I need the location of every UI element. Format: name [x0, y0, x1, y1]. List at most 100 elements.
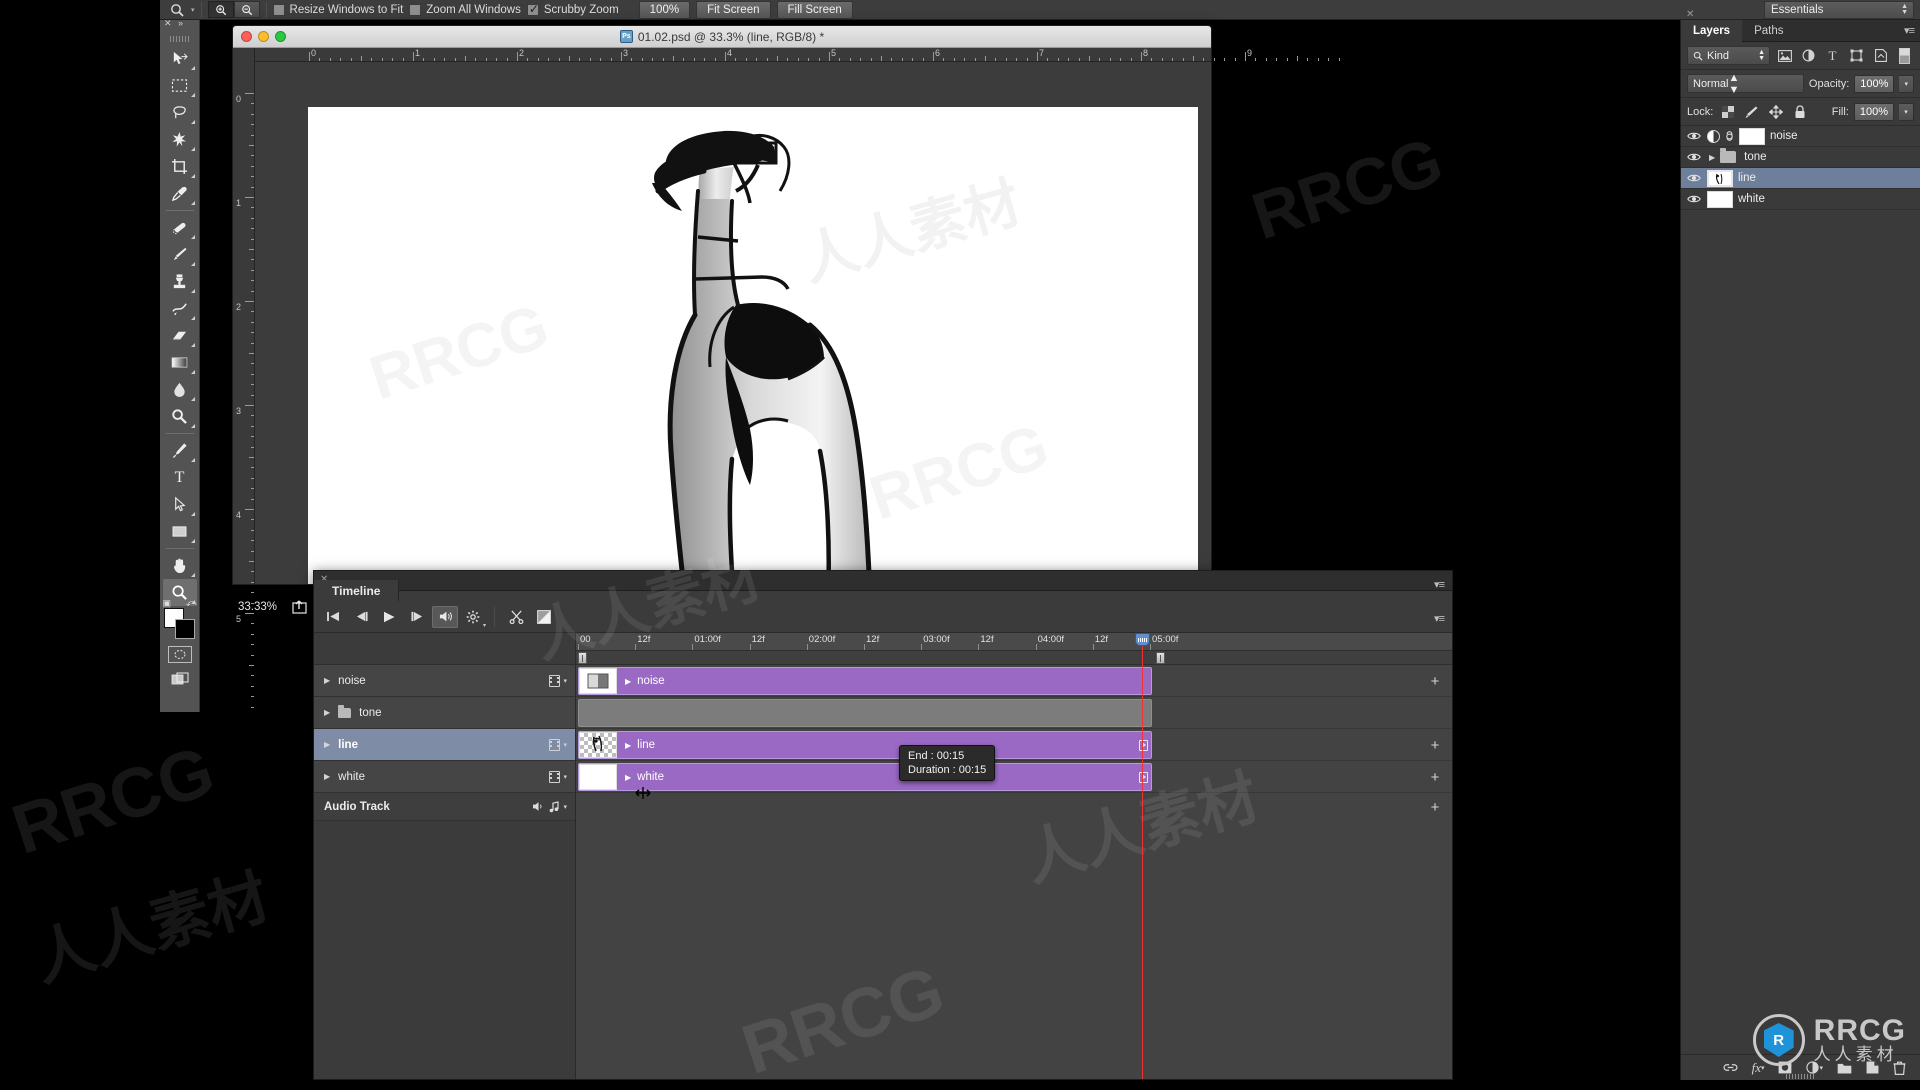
- expand-triangle-icon[interactable]: ▶: [324, 740, 330, 749]
- expand-triangle-icon[interactable]: ▶: [324, 708, 330, 717]
- work-area-start-handle[interactable]: [578, 652, 587, 664]
- expand-triangle-icon[interactable]: ▶: [324, 772, 330, 781]
- marquee-tool[interactable]: [163, 72, 197, 99]
- clip-row-line[interactable]: ▶ line: [576, 729, 1452, 761]
- timeline-tracks-area[interactable]: 0012f01:00f12f02:00f12f03:00f12f04:00f12…: [576, 633, 1452, 1079]
- tab-timeline[interactable]: Timeline: [314, 580, 399, 601]
- expand-triangle-icon[interactable]: ▶: [625, 741, 631, 750]
- timeline-options-icon[interactable]: ▾≡: [1434, 612, 1444, 625]
- shape-tool[interactable]: [163, 518, 197, 545]
- expand-group-triangle-icon[interactable]: ▶: [1709, 153, 1715, 162]
- history-brush-tool[interactable]: [163, 295, 197, 322]
- close-icon[interactable]: ✕: [164, 18, 172, 29]
- opacity-value[interactable]: 100%: [1854, 75, 1894, 93]
- blur-tool[interactable]: [163, 376, 197, 403]
- track-header-noise[interactable]: ▶ noise ▾: [314, 665, 575, 697]
- audio-track-options[interactable]: ▾: [532, 801, 567, 813]
- film-strip-icon[interactable]: [549, 675, 560, 687]
- zoom-in-button[interactable]: [208, 1, 234, 18]
- type-filter-icon[interactable]: T: [1823, 46, 1842, 65]
- collapse-icon[interactable]: »: [178, 18, 183, 28]
- settings-gear-button[interactable]: ▾: [460, 606, 486, 628]
- lock-transparent-icon[interactable]: [1718, 102, 1737, 121]
- tab-layers[interactable]: Layers: [1681, 20, 1742, 42]
- panel-menu-icon[interactable]: ▾≡: [1904, 24, 1914, 37]
- split-clip-button[interactable]: [503, 606, 529, 628]
- layer-row-white[interactable]: white: [1681, 189, 1920, 210]
- tab-paths[interactable]: Paths: [1742, 20, 1795, 42]
- fill-dropdown-icon[interactable]: ▾: [1899, 103, 1914, 121]
- audio-button[interactable]: [432, 606, 458, 628]
- layer-thumbnail-line[interactable]: [1707, 170, 1733, 187]
- go-to-first-frame-button[interactable]: [320, 606, 346, 628]
- close-icon[interactable]: ✕: [1686, 9, 1694, 20]
- visibility-toggle-icon[interactable]: [1685, 131, 1702, 141]
- canvas-area[interactable]: RRCG 人人素材 RRCG: [255, 62, 1211, 584]
- clone-stamp-tool[interactable]: [163, 268, 197, 295]
- panel-menu-icon[interactable]: ▾≡: [1434, 578, 1444, 591]
- artboard[interactable]: RRCG 人人素材 RRCG: [308, 107, 1198, 584]
- track-options[interactable]: ▾: [549, 675, 567, 687]
- track-header-white[interactable]: ▶ white ▾: [314, 761, 575, 793]
- visibility-toggle-icon[interactable]: [1685, 173, 1702, 183]
- background-color-swatch[interactable]: [175, 619, 195, 639]
- checkbox-box-checked[interactable]: [527, 4, 539, 16]
- opacity-dropdown-icon[interactable]: ▾: [1899, 75, 1914, 93]
- shape-filter-icon[interactable]: [1847, 46, 1866, 65]
- eyedropper-tool[interactable]: [163, 180, 197, 207]
- layer-row-tone[interactable]: ▶ tone: [1681, 147, 1920, 168]
- timeline-ruler[interactable]: 0012f01:00f12f02:00f12f03:00f12f04:00f12…: [576, 633, 1452, 651]
- speaker-icon[interactable]: [532, 801, 545, 812]
- layer-thumbnail-white[interactable]: [1707, 191, 1733, 208]
- panel-grip[interactable]: [170, 36, 190, 42]
- vertical-ruler[interactable]: 012345: [233, 48, 255, 584]
- clip-end-transition-line[interactable]: [1139, 740, 1148, 751]
- track-header-audio[interactable]: Audio Track ▾: [314, 793, 575, 821]
- film-strip-icon[interactable]: [549, 771, 560, 783]
- quick-mask-button[interactable]: [168, 646, 192, 663]
- timeline-work-area[interactable]: [576, 651, 1452, 665]
- fill-screen-button[interactable]: Fill Screen: [777, 1, 853, 19]
- panel-resize-grip[interactable]: [1786, 1074, 1816, 1079]
- add-media-line-button[interactable]: +: [1418, 729, 1452, 761]
- layer-row-line[interactable]: line: [1681, 168, 1920, 189]
- checkbox-box[interactable]: [409, 4, 421, 16]
- fit-screen-button[interactable]: Fit Screen: [696, 1, 770, 19]
- eraser-tool[interactable]: [163, 322, 197, 349]
- previous-frame-button[interactable]: [348, 606, 374, 628]
- lock-image-icon[interactable]: [1742, 102, 1761, 121]
- magic-wand-tool[interactable]: [163, 126, 197, 153]
- add-media-white-button[interactable]: +: [1418, 761, 1452, 793]
- track-options[interactable]: ▾: [549, 739, 567, 751]
- layer-kind-filter[interactable]: Kind ▲▼: [1687, 46, 1770, 65]
- swap-colors-icon[interactable]: ⤺: [186, 598, 197, 609]
- music-note-icon[interactable]: [548, 801, 560, 813]
- pixel-filter-icon[interactable]: [1775, 46, 1794, 65]
- chevron-down-icon[interactable]: ▾: [563, 741, 567, 749]
- track-header-line[interactable]: ▶ line ▾: [314, 729, 575, 761]
- track-header-tone[interactable]: ▶ tone: [314, 697, 575, 729]
- layer-row-noise[interactable]: noise: [1681, 126, 1920, 147]
- color-swatches[interactable]: ▣ ⤺: [163, 608, 197, 640]
- play-button[interactable]: [376, 606, 402, 628]
- link-layers-icon[interactable]: [1723, 1062, 1738, 1073]
- hand-tool[interactable]: [163, 552, 197, 579]
- move-tool[interactable]: [163, 45, 197, 72]
- fill-value[interactable]: 100%: [1854, 103, 1894, 121]
- screen-mode-button[interactable]: [168, 670, 192, 687]
- zoom-out-button[interactable]: [234, 1, 260, 18]
- brush-tool[interactable]: [163, 241, 197, 268]
- add-media-noise-button[interactable]: +: [1418, 665, 1452, 697]
- clip-line[interactable]: ▶ line: [578, 731, 1152, 759]
- horizontal-ruler[interactable]: 0123456789: [255, 48, 1211, 62]
- chevron-down-icon[interactable]: ▾: [563, 677, 567, 685]
- clip-row-noise[interactable]: ▶ noise: [576, 665, 1452, 697]
- layer-mask-thumbnail[interactable]: [1739, 128, 1765, 145]
- type-tool[interactable]: T: [163, 464, 197, 491]
- zoom-icon[interactable]: [166, 1, 188, 19]
- crop-tool[interactable]: [163, 153, 197, 180]
- document-title-bar[interactable]: Ps 01.02.psd @ 33.3% (line, RGB/8) *: [233, 26, 1211, 48]
- chevron-down-icon[interactable]: ▾: [563, 773, 567, 781]
- clip-row-tone[interactable]: [576, 697, 1452, 729]
- smart-object-filter-icon[interactable]: [1871, 46, 1890, 65]
